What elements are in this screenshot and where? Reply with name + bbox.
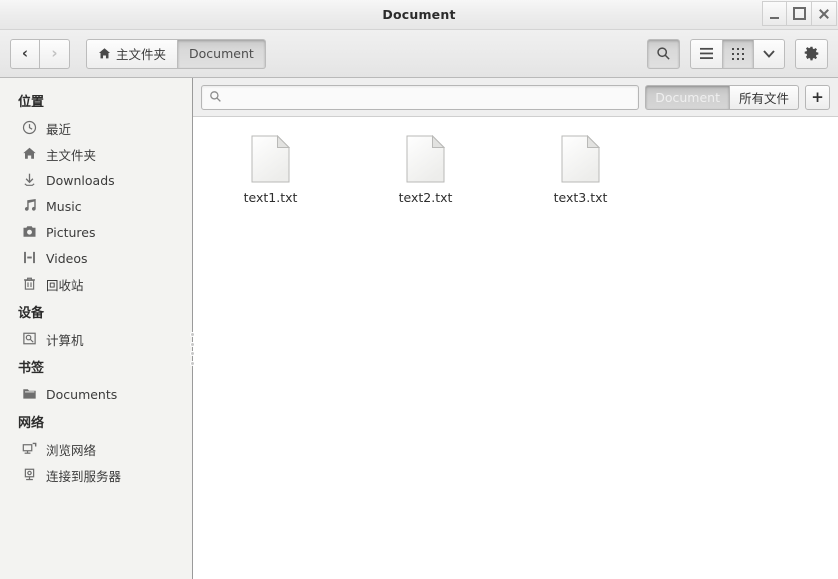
- search-bar: Document 所有文件 +: [193, 78, 838, 117]
- add-filter-button[interactable]: +: [805, 84, 830, 110]
- computer-icon: [22, 331, 38, 347]
- list-view-icon: [699, 47, 714, 60]
- file-item[interactable]: text1.txt: [193, 131, 348, 205]
- view-mode-group: [690, 38, 785, 69]
- main-toolbar: ‹ › 主文件夹 Document: [0, 30, 838, 78]
- sidebar-label-downloads: Downloads: [46, 172, 115, 188]
- filter-tab-all-files[interactable]: 所有文件: [729, 84, 799, 110]
- breadcrumb-label-home: 主文件夹: [116, 47, 167, 62]
- sidebar-item-downloads[interactable]: Downloads: [0, 167, 192, 193]
- sidebar-label-documents: Documents: [46, 386, 118, 402]
- breadcrumb-item-home[interactable]: 主文件夹: [86, 38, 179, 69]
- sidebar-resize-divider[interactable]: [190, 78, 194, 579]
- sidebar-label-connect-server: 连接到服务器: [46, 468, 122, 484]
- sidebar-item-home[interactable]: 主文件夹: [0, 141, 192, 167]
- grip-dot: [190, 333, 194, 336]
- filter-tab-all-files-label: 所有文件: [738, 90, 789, 106]
- sidebar-label-music: Music: [46, 198, 82, 214]
- chevron-down-icon: [762, 49, 776, 59]
- grid-view-icon: [731, 47, 745, 61]
- sidebar-item-music[interactable]: Music: [0, 193, 192, 219]
- settings-button[interactable]: [795, 38, 828, 69]
- sidebar-item-browse-network[interactable]: 浏览网络: [0, 436, 192, 462]
- clock-icon: [22, 120, 38, 136]
- navigation-buttons: ‹ ›: [10, 38, 70, 69]
- main-content: Document 所有文件 + text1.txt text2.txt text…: [193, 78, 838, 579]
- search-icon: [656, 46, 671, 61]
- sidebar-label-computer: 计算机: [46, 332, 84, 348]
- file-item[interactable]: text3.txt: [503, 131, 658, 205]
- search-icon: [209, 90, 223, 104]
- music-icon: [22, 198, 38, 214]
- minimize-button[interactable]: [762, 1, 787, 26]
- filter-tabs: Document 所有文件: [645, 84, 799, 110]
- search-field[interactable]: [201, 84, 640, 110]
- breadcrumb-label-document: Document: [189, 46, 254, 61]
- trash-icon: [22, 276, 38, 292]
- network-browse-icon: [22, 441, 38, 457]
- filter-tab-document-label: Document: [655, 89, 720, 105]
- sidebar-section-devices: 设备: [18, 306, 45, 321]
- file-item[interactable]: text2.txt: [348, 131, 503, 205]
- sidebar-item-recent[interactable]: 最近: [0, 115, 192, 141]
- file-manager-window: Document ‹ › 主文件夹 Document 位置 最近 主文件夹 Do…: [0, 0, 838, 579]
- sidebar-item-connect-server[interactable]: 连接到服务器: [0, 462, 192, 488]
- breadcrumb: 主文件夹 Document: [86, 38, 266, 69]
- grip-dot: [190, 352, 194, 356]
- text-file-icon: [406, 135, 445, 183]
- sidebar-label-browse-network: 浏览网络: [46, 442, 97, 458]
- sidebar-resize-grip[interactable]: [188, 330, 196, 368]
- film-icon: [22, 250, 38, 266]
- window-controls: [762, 1, 837, 27]
- sidebar-label-trash: 回收站: [46, 277, 84, 293]
- sidebar: 位置 最近 主文件夹 Downloads Music Pictures Vide…: [0, 78, 192, 579]
- download-icon: [22, 172, 38, 188]
- add-filter-label: +: [811, 87, 824, 106]
- view-options-button[interactable]: [754, 38, 785, 69]
- forward-button[interactable]: ›: [40, 38, 70, 69]
- filter-tab-document[interactable]: Document: [645, 84, 730, 110]
- sidebar-section-network: 网络: [18, 416, 45, 431]
- camera-icon: [22, 224, 38, 240]
- sidebar-item-videos[interactable]: Videos: [0, 245, 192, 271]
- search-toggle-button[interactable]: [647, 38, 680, 69]
- sidebar-label-pictures: Pictures: [46, 224, 96, 240]
- server-connect-icon: [22, 467, 38, 483]
- breadcrumb-item-document[interactable]: Document: [178, 38, 266, 69]
- gear-icon: [804, 46, 819, 61]
- sidebar-item-trash[interactable]: 回收站: [0, 271, 192, 297]
- window-title: Document: [382, 7, 456, 22]
- file-name: text3.txt: [553, 190, 608, 205]
- sidebar-label-videos: Videos: [46, 250, 88, 266]
- grip-dot: [190, 361, 194, 365]
- title-bar: Document: [0, 0, 838, 30]
- file-grid: text1.txt text2.txt text3.txt: [193, 117, 838, 579]
- sidebar-section-bookmarks: 书签: [18, 361, 45, 376]
- grid-view-button[interactable]: [723, 38, 754, 69]
- back-button[interactable]: ‹: [10, 38, 40, 69]
- sidebar-label-recent: 最近: [46, 121, 72, 137]
- file-name: text1.txt: [243, 190, 298, 205]
- text-file-icon: [561, 135, 600, 183]
- maximize-button[interactable]: [787, 1, 812, 26]
- toolbar-right-group: [647, 38, 828, 69]
- home-icon: [22, 146, 38, 162]
- forward-arrow-icon: ›: [51, 44, 58, 62]
- window-body: 位置 最近 主文件夹 Downloads Music Pictures Vide…: [0, 78, 838, 579]
- back-arrow-icon: ‹: [21, 44, 29, 62]
- sidebar-label-home: 主文件夹: [46, 147, 97, 163]
- sidebar-item-computer[interactable]: 计算机: [0, 326, 192, 352]
- search-input[interactable]: [229, 89, 632, 105]
- text-file-icon: [251, 135, 290, 183]
- grip-dot: [190, 342, 194, 346]
- sidebar-item-documents[interactable]: Documents: [0, 381, 192, 407]
- sidebar-section-places: 位置: [18, 95, 45, 110]
- folder-icon: [22, 386, 38, 402]
- list-view-button[interactable]: [690, 38, 723, 69]
- close-button[interactable]: [812, 1, 837, 26]
- sidebar-item-pictures[interactable]: Pictures: [0, 219, 192, 245]
- home-icon: [98, 47, 111, 60]
- file-name: text2.txt: [398, 190, 453, 205]
